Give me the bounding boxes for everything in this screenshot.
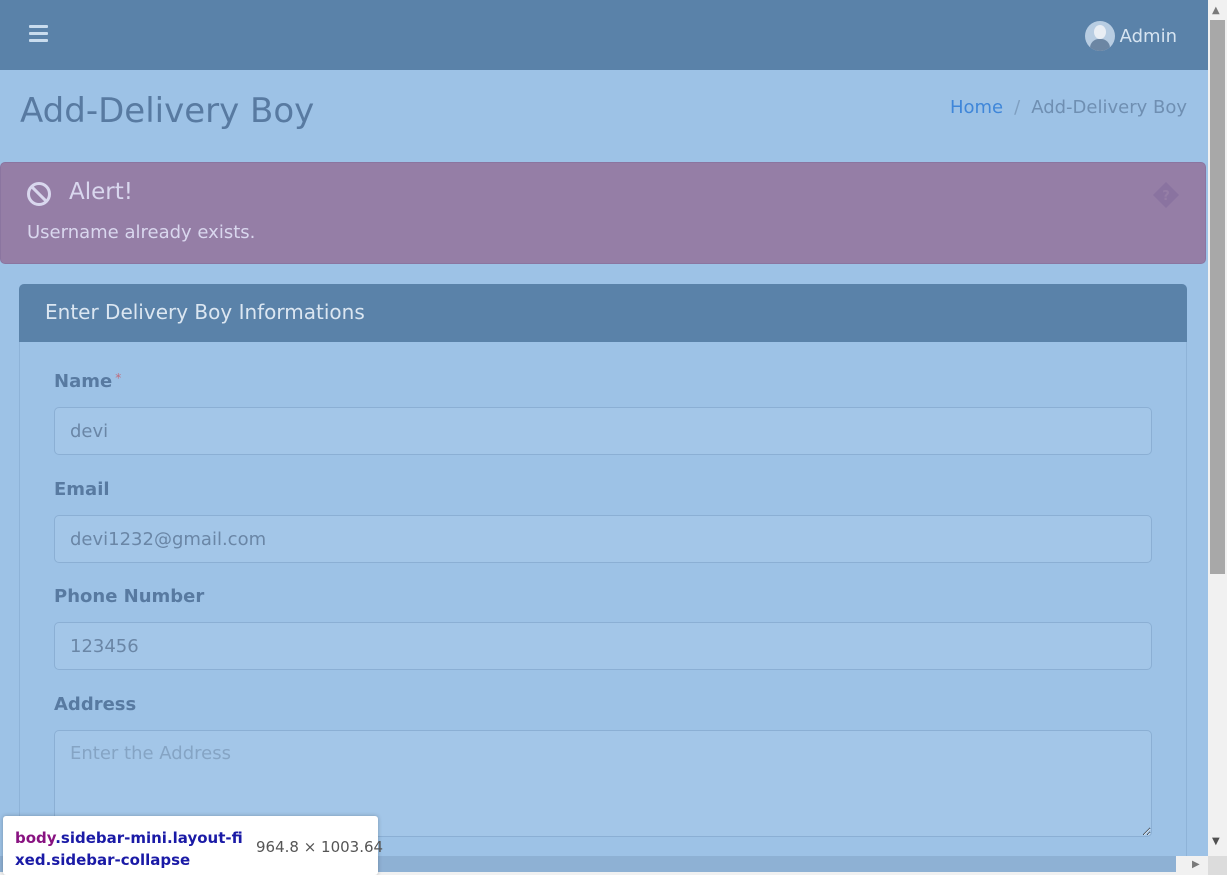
alert-message: Username already exists.	[27, 222, 256, 243]
user-name: Admin	[1119, 25, 1177, 47]
address-label: Address	[54, 694, 137, 715]
inspector-size: 964.8 × 1003.64	[256, 838, 384, 856]
ban-icon	[26, 181, 52, 211]
breadcrumb: Home / Add-Delivery Boy	[950, 97, 1187, 118]
alert-box	[0, 162, 1206, 264]
page-title: Add-Delivery Boy	[20, 91, 315, 131]
user-avatar	[1084, 21, 1115, 51]
breadcrumb-home-link[interactable]: Home	[950, 97, 1003, 118]
hamburger-menu-icon[interactable]	[29, 25, 48, 42]
breadcrumb-separator: /	[1014, 97, 1021, 118]
scrollbar-corner	[1208, 856, 1227, 875]
page-viewport: Admin Add-Delivery Boy Home / Add-Delive…	[0, 0, 1208, 856]
inspector-selector: body.sidebar-mini.layout-fixed.sidebar-c…	[15, 827, 245, 871]
name-label-text: Name	[54, 371, 113, 392]
alert-title: Alert!	[69, 179, 133, 205]
top-navbar	[0, 0, 1208, 70]
vertical-scrollbar-thumb[interactable]	[1210, 20, 1225, 574]
user-menu[interactable]: Admin	[1084, 21, 1177, 51]
email-input[interactable]	[54, 515, 1152, 563]
diamond-question-icon[interactable]: ?	[1152, 181, 1180, 213]
breadcrumb-current: Add-Delivery Boy	[1031, 97, 1187, 118]
scroll-down-arrow-icon[interactable]: ▼	[1212, 836, 1220, 847]
required-mark: *	[115, 371, 122, 385]
form-card-title: Enter Delivery Boy Informations	[45, 300, 365, 324]
scroll-up-arrow-icon[interactable]: ▲	[1212, 5, 1220, 16]
name-input[interactable]	[54, 407, 1152, 455]
svg-text:?: ?	[1162, 189, 1170, 204]
phone-label: Phone Number	[54, 586, 205, 607]
email-label: Email	[54, 479, 110, 500]
scroll-right-arrow-icon[interactable]: ▶	[1192, 859, 1200, 870]
phone-input[interactable]	[54, 622, 1152, 670]
inspector-tag: body	[15, 829, 56, 847]
name-label: Name *	[54, 371, 121, 392]
